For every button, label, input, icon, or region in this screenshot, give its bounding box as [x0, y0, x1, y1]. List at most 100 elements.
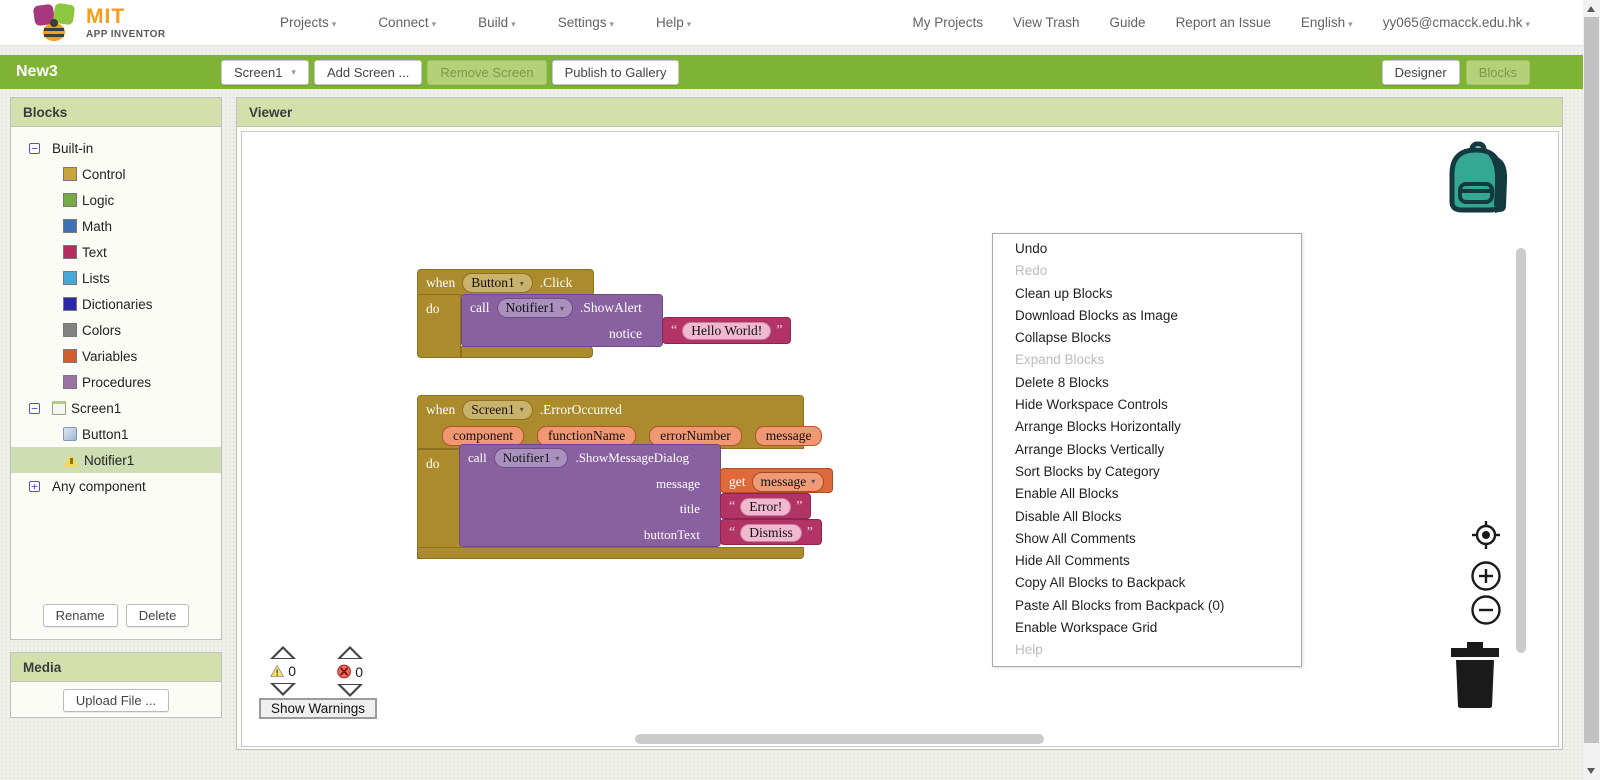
param-functionname[interactable]: functionName	[537, 426, 636, 446]
menu-item-download-blocks-as-image[interactable]: Download Blocks as Image	[993, 305, 1301, 327]
tree-item-button1[interactable]: Button1	[11, 421, 221, 447]
menu-item-paste-all-blocks-from-backpack-0[interactable]: Paste All Blocks from Backpack (0)	[993, 595, 1301, 617]
expand-errors-arrow-icon[interactable]	[337, 684, 363, 697]
collapse-errors-arrow-icon[interactable]	[337, 646, 363, 659]
component-dropdown[interactable]: Notifier1▾	[494, 448, 569, 468]
block-text-hello-world[interactable]: “ Hello World! ”	[662, 317, 791, 344]
palette-category-logic[interactable]: Logic	[11, 187, 221, 213]
collapse-icon[interactable]: −	[29, 403, 40, 414]
menu-connect[interactable]: Connect▾	[378, 15, 436, 30]
browser-scrollbar[interactable]	[1583, 0, 1600, 780]
menu-projects[interactable]: Projects▾	[280, 15, 336, 30]
menu-item-arrange-blocks-vertically[interactable]: Arrange Blocks Vertically	[993, 439, 1301, 461]
screen-selector[interactable]: Screen1▾	[221, 60, 309, 85]
mit-app-inventor-logo[interactable]: MIT APP INVENTOR	[30, 3, 240, 43]
link-guide[interactable]: Guide	[1110, 15, 1146, 30]
tree-item-screen1[interactable]: − Screen1	[11, 395, 221, 421]
palette-category-variables[interactable]: Variables	[11, 343, 221, 369]
expand-icon[interactable]: +	[29, 481, 40, 492]
upload-file-button[interactable]: Upload File ...	[63, 689, 169, 712]
text-field[interactable]: Hello World!	[682, 322, 771, 340]
block-text-error[interactable]: “ Error! ”	[720, 493, 811, 519]
zoom-in-icon[interactable]	[1470, 560, 1502, 592]
menu-item-sort-blocks-by-category[interactable]: Sort Blocks by Category	[993, 461, 1301, 483]
trash-icon[interactable]	[1445, 640, 1505, 710]
blocks-workspace[interactable]: when Button1▾ .Click do call Notifier1▾ …	[241, 131, 1559, 747]
menu-item-clean-up-blocks[interactable]: Clean up Blocks	[993, 283, 1301, 305]
zoom-out-icon[interactable]	[1470, 594, 1502, 626]
menu-item-enable-workspace-grid[interactable]: Enable Workspace Grid	[993, 617, 1301, 639]
workspace-vertical-scrollbar[interactable]	[1516, 248, 1526, 653]
component-dropdown[interactable]: Notifier1▾	[497, 298, 574, 318]
palette-category-colors[interactable]: Colors	[11, 317, 221, 343]
menu-build[interactable]: Build▾	[478, 15, 516, 30]
menu-item-delete-8-blocks[interactable]: Delete 8 Blocks	[993, 372, 1301, 394]
block-get-message[interactable]: get message▾	[720, 468, 833, 493]
menu-settings[interactable]: Settings▾	[558, 15, 614, 30]
open-quote-icon: “	[671, 323, 677, 339]
menu-item-hide-workspace-controls[interactable]: Hide Workspace Controls	[993, 394, 1301, 416]
workspace-context-menu: UndoRedoClean up BlocksDownload Blocks a…	[992, 233, 1302, 667]
secondary-nav: My Projects View Trash Guide Report an I…	[912, 15, 1530, 30]
center-workspace-icon[interactable]	[1468, 517, 1504, 553]
close-quote-icon: ”	[776, 323, 782, 339]
variable-dropdown[interactable]: message▾	[752, 472, 825, 492]
menu-item-show-all-comments[interactable]: Show All Comments	[993, 528, 1301, 550]
category-color-icon	[63, 323, 77, 337]
text-field[interactable]: Dismiss	[740, 524, 802, 542]
expand-warnings-arrow-icon[interactable]	[270, 683, 296, 696]
add-screen-button[interactable]: Add Screen ...	[314, 60, 422, 85]
link-view-trash[interactable]: View Trash	[1013, 15, 1080, 30]
menu-item-enable-all-blocks[interactable]: Enable All Blocks	[993, 483, 1301, 505]
text-field[interactable]: Error!	[740, 498, 791, 516]
open-quote-icon: “	[729, 525, 735, 541]
palette-category-lists[interactable]: Lists	[11, 265, 221, 291]
collapse-warnings-arrow-icon[interactable]	[270, 646, 296, 659]
link-my-projects[interactable]: My Projects	[912, 15, 983, 30]
param-errornumber[interactable]: errorNumber	[649, 426, 741, 446]
palette-category-math[interactable]: Math	[11, 213, 221, 239]
tree-item-any-component[interactable]: + Any component	[11, 473, 221, 499]
publish-gallery-button[interactable]: Publish to Gallery	[552, 60, 680, 85]
block-call-showalert[interactable]: call Notifier1▾ .ShowAlert notice	[461, 294, 663, 347]
menu-help[interactable]: Help▾	[656, 15, 691, 30]
menu-item-hide-all-comments[interactable]: Hide All Comments	[993, 550, 1301, 572]
tree-item-notifier1[interactable]: Notifier1	[11, 447, 221, 473]
workspace-horizontal-scrollbar[interactable]	[635, 734, 1044, 744]
chevron-down-icon: ▾	[560, 304, 564, 313]
palette-category-control[interactable]: Control	[11, 161, 221, 187]
link-report-issue[interactable]: Report an Issue	[1176, 15, 1271, 30]
backpack-icon[interactable]	[1442, 140, 1516, 220]
language-selector[interactable]: English▾	[1301, 15, 1353, 30]
menu-item-copy-all-blocks-to-backpack[interactable]: Copy All Blocks to Backpack	[993, 572, 1301, 594]
menu-item-arrange-blocks-horizontally[interactable]: Arrange Blocks Horizontally	[993, 416, 1301, 438]
param-component[interactable]: component	[442, 426, 524, 446]
menu-item-disable-all-blocks[interactable]: Disable All Blocks	[993, 506, 1301, 528]
palette-category-dictionaries[interactable]: Dictionaries	[11, 291, 221, 317]
block-call-showmessagedialog[interactable]: call Notifier1▾ .ShowMessageDialog messa…	[459, 444, 721, 547]
collapse-icon[interactable]: −	[29, 143, 40, 154]
component-dropdown[interactable]: Button1▾	[462, 273, 533, 293]
scrollbar-thumb[interactable]	[1584, 17, 1599, 743]
tree-item-builtin[interactable]: − Built-in	[11, 135, 221, 161]
show-warnings-button[interactable]: Show Warnings	[259, 698, 377, 719]
block-text-dismiss[interactable]: “ Dismiss ”	[720, 519, 822, 545]
palette-category-text[interactable]: Text	[11, 239, 221, 265]
component-dropdown[interactable]: Screen1▾	[462, 400, 533, 420]
rename-button[interactable]: Rename	[43, 604, 118, 627]
delete-button[interactable]: Delete	[126, 604, 190, 627]
main-nav: Projects▾ Connect▾ Build▾ Settings▾ Help…	[280, 15, 691, 30]
chevron-down-icon: ▾	[520, 279, 524, 288]
chevron-down-icon: ▾	[687, 19, 692, 29]
account-menu[interactable]: yy065@cmacck.edu.hk▾	[1383, 15, 1530, 30]
chevron-down-icon: ▾	[811, 477, 815, 486]
scroll-down-icon[interactable]	[1587, 768, 1595, 774]
menu-item-undo[interactable]: Undo	[993, 238, 1301, 260]
menu-item-collapse-blocks[interactable]: Collapse Blocks	[993, 327, 1301, 349]
close-quote-icon: ”	[807, 525, 813, 541]
scroll-up-icon[interactable]	[1587, 6, 1595, 12]
param-message[interactable]: message	[755, 426, 823, 446]
palette-category-procedures[interactable]: Procedures	[11, 369, 221, 395]
category-color-icon	[63, 271, 77, 285]
designer-button[interactable]: Designer	[1382, 60, 1460, 85]
